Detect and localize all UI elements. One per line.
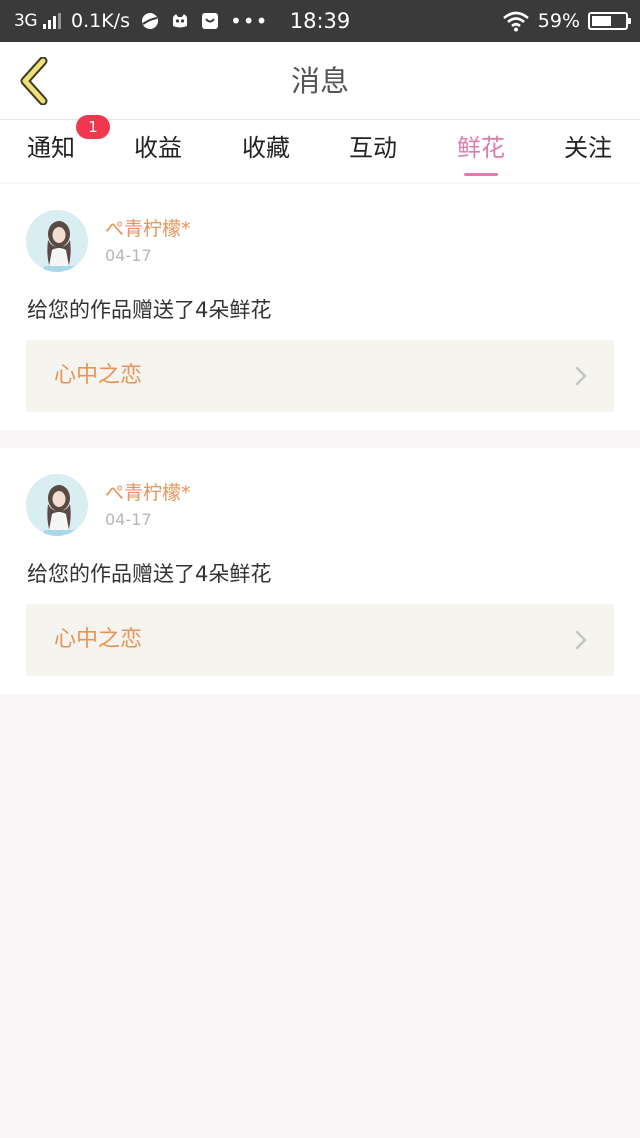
message-date: 04-17: [105, 246, 152, 265]
message-card: ぺ青柠檬* 04-17 给您的作品赠送了4朵鲜花 心中之恋: [0, 448, 640, 694]
active-tab-indicator: [464, 173, 498, 176]
chevron-right-icon: [575, 630, 587, 650]
message-text: 给您的作品赠送了4朵鲜花: [27, 562, 272, 586]
status-bar: 3G 0.1K/s ••• 18:39 59%: [0, 0, 640, 42]
tab-follows[interactable]: 关注: [543, 120, 633, 182]
chevron-right-icon: [575, 366, 587, 386]
unread-badge: 1: [76, 115, 110, 139]
message-text: 给您的作品赠送了4朵鲜花: [27, 298, 272, 322]
tab-label: 通知: [27, 134, 75, 162]
tab-label: 收藏: [242, 134, 290, 162]
avatar-image: [26, 474, 88, 536]
tab-notifications[interactable]: 通知 1: [6, 115, 110, 182]
network-speed: 0.1K/s: [71, 10, 130, 32]
work-link[interactable]: 心中之恋: [26, 604, 614, 676]
tab-flowers[interactable]: 鲜花: [436, 120, 526, 182]
shopping-app-icon: [201, 13, 218, 29]
work-title: 心中之恋: [54, 627, 143, 652]
cat-app-icon: [172, 14, 187, 28]
message-card: ぺ青柠檬* 04-17 给您的作品赠送了4朵鲜花 心中之恋: [0, 184, 640, 430]
page-title: 消息: [290, 64, 349, 98]
avatar-image: [26, 210, 88, 272]
battery-percent: 59%: [537, 10, 580, 32]
tab-bar: 通知 1 收益 收藏 互动 鲜花 关注: [0, 115, 640, 182]
wifi-icon: [502, 11, 529, 32]
browser-icon: [141, 13, 158, 29]
sender-name[interactable]: ぺ青柠檬*: [105, 478, 191, 505]
battery-icon: [588, 12, 631, 30]
signal-icon: [43, 13, 61, 29]
tab-earnings[interactable]: 收益: [113, 120, 203, 182]
battery-fill: [592, 16, 611, 26]
network-type: 3G: [14, 11, 38, 31]
avatar[interactable]: [26, 210, 88, 272]
tab-interactions[interactable]: 互动: [328, 120, 418, 182]
tab-favorites[interactable]: 收藏: [221, 120, 311, 182]
sender-name[interactable]: ぺ青柠檬*: [105, 214, 191, 241]
header: 消息: [0, 42, 640, 120]
more-notifications-icon: •••: [229, 9, 269, 33]
avatar[interactable]: [26, 474, 88, 536]
work-title: 心中之恋: [54, 363, 143, 388]
tab-label: 鲜花: [457, 134, 505, 162]
message-date: 04-17: [105, 510, 152, 529]
tab-label: 互动: [349, 134, 397, 162]
tab-label: 关注: [564, 134, 612, 162]
work-link[interactable]: 心中之恋: [26, 340, 614, 412]
tab-label: 收益: [134, 134, 182, 162]
